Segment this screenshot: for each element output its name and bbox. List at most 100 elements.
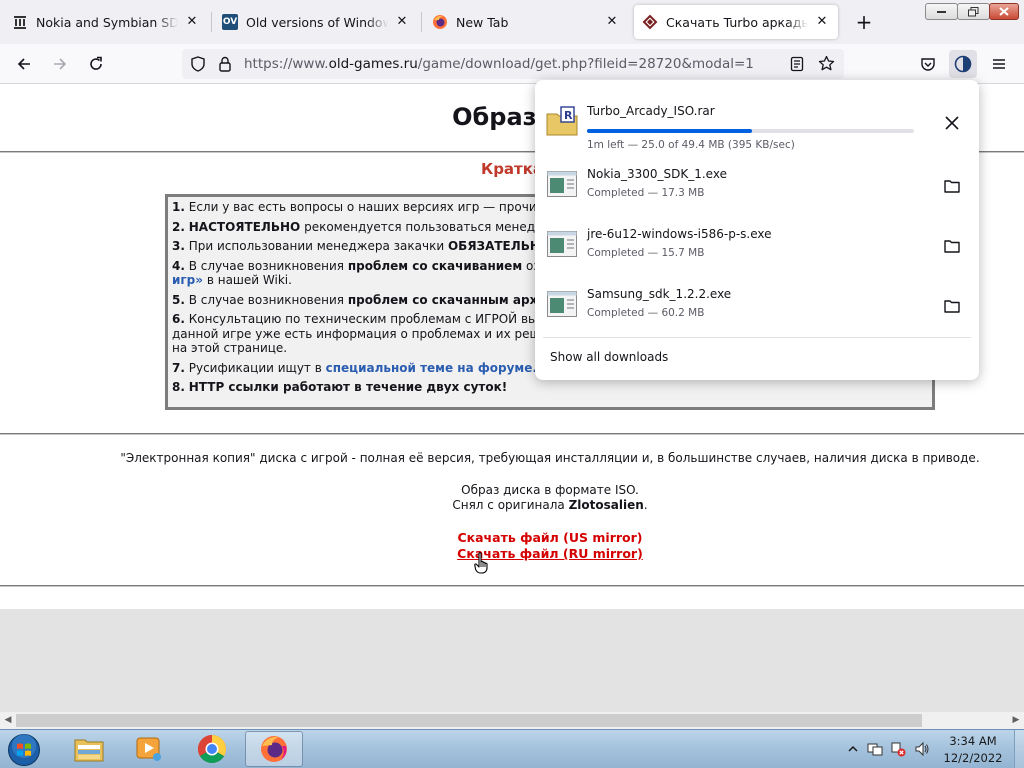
extension-button[interactable] — [949, 50, 977, 78]
forum-topic-link[interactable]: специальной теме на форуме. — [326, 361, 537, 375]
download-filename: Nokia_3300_SDK_1.exe — [587, 167, 727, 181]
downloads-panel: R Turbo_Arcady_ISO.rar 1m left — 25.0 of… — [535, 80, 979, 380]
horizontal-scrollbar[interactable]: ◀ ▶ — [0, 712, 1024, 729]
divider — [0, 433, 1024, 435]
rar-archive-icon: R — [546, 106, 578, 136]
exe-file-icon — [547, 231, 577, 257]
pocket-button[interactable] — [914, 50, 942, 78]
taskbar-chrome[interactable] — [183, 731, 241, 767]
ov-logo-icon: OV — [222, 14, 238, 30]
exe-file-icon — [547, 291, 577, 317]
clock-date[interactable]: 12/2/2022 — [938, 751, 1008, 765]
action-center-flag-icon[interactable] — [867, 741, 883, 757]
tab-turbo-arcady[interactable]: Скачать Turbo аркады на Ol ✕ — [634, 5, 838, 39]
tab-new-tab[interactable]: New Tab ✕ — [424, 5, 628, 39]
tab-old-versions[interactable]: OV Old versions of Windows, Ma ✕ — [214, 5, 418, 39]
taskbar: 3:34 AM 12/2/2022 — [0, 729, 1024, 768]
taskbar-explorer[interactable] — [60, 731, 118, 767]
firefox-icon — [261, 736, 287, 762]
description-text: "Электронная копия" диска с игрой - полн… — [120, 451, 980, 465]
folder-icon — [944, 300, 960, 313]
building-icon — [12, 14, 28, 30]
forward-arrow-icon — [54, 58, 67, 70]
tab-nokia-sdks[interactable]: Nokia and Symbian SDKs and ✕ — [4, 5, 208, 39]
dark-reader-icon — [954, 55, 972, 73]
forward-button[interactable] — [46, 50, 74, 78]
reload-button[interactable] — [82, 50, 110, 78]
tab-title: Скачать Turbo аркады на Ol — [666, 14, 808, 30]
tab-close-icon[interactable]: ✕ — [184, 14, 200, 30]
close-window-button[interactable] — [989, 3, 1019, 20]
close-icon — [999, 7, 1009, 16]
download-item[interactable]: Nokia_3300_SDK_1.exe Completed — 17.3 MB — [535, 155, 979, 215]
reload-icon — [90, 56, 102, 70]
folder-icon — [944, 180, 960, 193]
bookmark-star-icon[interactable] — [818, 55, 835, 75]
url-text[interactable]: https://www.old-games.ru/game/download/g… — [244, 56, 754, 72]
download-filename: jre-6u12-windows-i586-p-s.exe — [587, 227, 772, 241]
minimize-icon — [936, 10, 946, 13]
volume-icon[interactable] — [914, 741, 930, 757]
download-status: 1m left — 25.0 of 49.4 MB (395 KB/sec) — [587, 139, 795, 151]
show-desktop-button[interactable] — [1014, 730, 1024, 768]
download-item[interactable]: Samsung_sdk_1.2.2.exe Completed — 60.2 M… — [535, 275, 979, 335]
download-item[interactable]: jre-6u12-windows-i586-p-s.exe Completed … — [535, 215, 979, 275]
download-progress-bar — [587, 129, 914, 133]
windows-start-orb-icon — [8, 733, 40, 766]
taskbar-firefox[interactable] — [245, 731, 303, 767]
back-arrow-icon — [17, 58, 30, 70]
tracking-shield-icon[interactable] — [190, 56, 206, 75]
download-info: "Электронная копия" диска с игрой - полн… — [0, 451, 1024, 563]
start-button[interactable] — [4, 731, 44, 768]
cancel-download-button[interactable] — [941, 112, 963, 134]
exe-file-icon — [547, 171, 577, 197]
scroll-left-arrow-icon[interactable]: ◀ — [0, 712, 16, 729]
tab-close-icon[interactable]: ✕ — [604, 14, 620, 30]
download-status: Completed — 17.3 MB — [587, 187, 705, 199]
scroll-right-arrow-icon[interactable]: ▶ — [1008, 712, 1024, 729]
show-hidden-icons-icon[interactable] — [845, 741, 861, 757]
restore-button[interactable] — [957, 3, 990, 20]
tab-close-icon[interactable]: ✕ — [814, 14, 830, 30]
show-all-downloads-button[interactable]: Show all downloads — [550, 350, 668, 364]
download-filename: Samsung_sdk_1.2.2.exe — [587, 287, 732, 301]
url-bar[interactable]: https://www.old-games.ru/game/download/g… — [182, 49, 844, 79]
tab-separator — [421, 12, 422, 32]
tab-title: Nokia and Symbian SDKs and — [36, 14, 178, 30]
show-in-folder-button[interactable] — [941, 235, 963, 257]
panel-divider — [543, 337, 971, 338]
download-status: Completed — 15.7 MB — [587, 247, 705, 259]
show-in-folder-button[interactable] — [941, 295, 963, 317]
download-item[interactable]: R Turbo_Arcady_ISO.rar 1m left — 25.0 of… — [535, 92, 979, 152]
svg-text:R: R — [564, 109, 573, 122]
new-tab-button[interactable]: + — [852, 11, 876, 35]
rule-8: 8. HTTP ссылки работают в течение двух с… — [172, 380, 508, 394]
explorer-icon — [74, 739, 104, 762]
media-player-icon — [136, 737, 161, 761]
scrollbar-thumb[interactable] — [16, 714, 922, 727]
page-footer-background — [0, 609, 1024, 712]
download-filename: Turbo_Arcady_ISO.rar — [587, 104, 715, 118]
show-in-folder-button[interactable] — [941, 175, 963, 197]
clock-time[interactable]: 3:34 AM — [938, 734, 1008, 748]
pocket-icon — [921, 58, 935, 71]
reader-view-icon[interactable] — [789, 56, 805, 75]
tab-close-icon[interactable]: ✕ — [394, 14, 410, 30]
taskbar-media-player[interactable] — [120, 731, 178, 767]
folder-icon — [944, 240, 960, 253]
close-icon — [945, 116, 959, 130]
app-menu-button[interactable] — [985, 50, 1013, 78]
chrome-icon — [198, 735, 226, 763]
minimize-button[interactable] — [925, 3, 958, 20]
restore-icon — [968, 6, 979, 16]
download-progress-fill — [587, 129, 753, 133]
back-button[interactable] — [10, 50, 38, 78]
tab-title: New Tab — [456, 14, 509, 30]
download-us-mirror-link[interactable]: Скачать файл (US mirror) — [457, 530, 642, 545]
firefox-icon — [432, 14, 448, 30]
hand-cursor-icon — [474, 552, 488, 574]
lock-icon[interactable] — [218, 56, 232, 75]
hamburger-menu-icon — [993, 59, 1005, 69]
network-icon[interactable] — [890, 741, 906, 757]
wiki-link[interactable]: игр» — [172, 273, 203, 287]
